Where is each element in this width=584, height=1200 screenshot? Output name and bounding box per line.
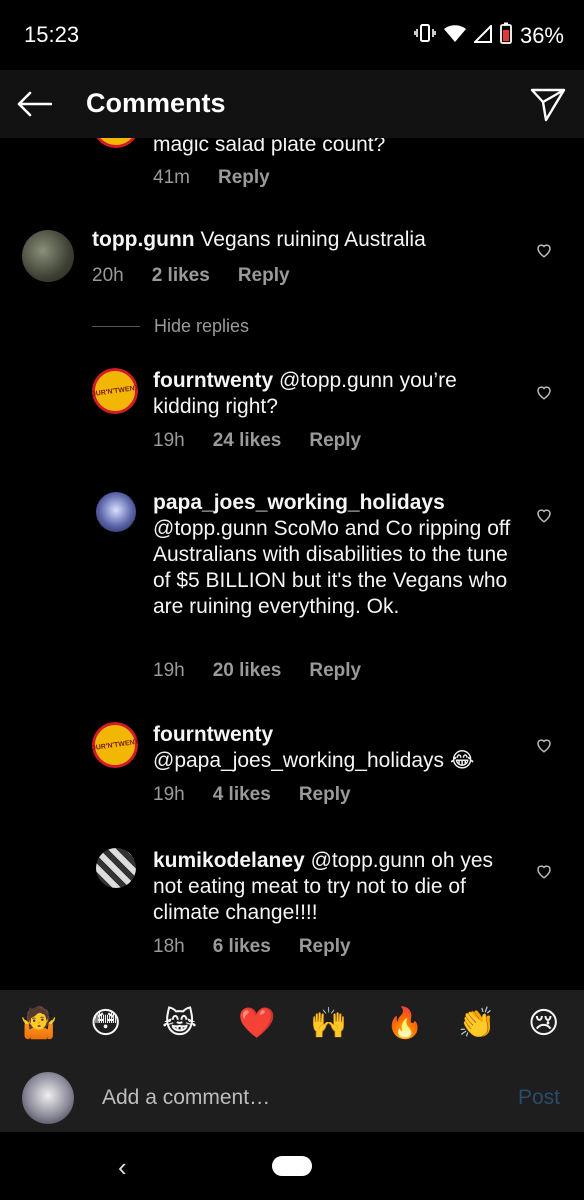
header: Comments [0,70,584,138]
share-button[interactable] [530,86,568,124]
reply-button[interactable]: Reply [309,660,361,682]
likes-count[interactable]: 24 likes [213,430,282,452]
comment-meta: 41m Reply [153,167,270,189]
comment-meta: 19h 24 likes Reply [153,430,361,452]
post-button[interactable]: Post [518,1086,560,1110]
comments-list: magic salad plate count? 41m Reply topp.… [0,138,584,990]
emoji-flushed[interactable]: 😳 [90,1006,121,1042]
nav-home-pill[interactable] [272,1156,312,1176]
avatar: FOUR'N'TWENTY [92,368,138,414]
comment-age: 18h [153,936,185,957]
system-nav-bar: ‹ [0,1132,584,1200]
avatar [96,848,136,888]
comment-kumikodelaney: kumikodelaney @topp.gunn oh yes not eati… [0,846,584,976]
reply-button[interactable]: Reply [299,936,351,958]
comment-meta: 18h 6 likes Reply [153,936,351,958]
comment-username[interactable]: topp.gunn [92,228,195,251]
comment-meta: 20h 2 likes Reply [92,265,290,287]
logo-text: FOUR'N'TWENTY [92,383,138,399]
avatar: FOUR'N'TWENTY [92,722,138,768]
comment-text: @topp.gunn ScoMo and Co ripping off Aust… [153,517,511,618]
comment-age: 19h [153,784,185,805]
comment-age: 19h [153,430,185,451]
comment-body: fourntwenty @papa_joes_working_holidays … [153,722,498,774]
heart-icon[interactable] [535,506,553,524]
comment-composer: Add a comment… Post [0,1064,584,1132]
comment-meta: 19h 20 likes Reply [153,660,361,682]
comment-username[interactable]: papa_joes_working_holidays [153,490,445,516]
likes-count[interactable]: 4 likes [213,784,271,806]
comment-papa-joes: papa_joes_working_holidays @topp.gunn Sc… [0,488,584,688]
emoji-cry[interactable]: 😢 [528,1006,559,1042]
reply-button[interactable]: Reply [309,430,361,452]
logo-text: FOUR'N'TWENTY [92,737,138,753]
comment-partial: magic salad plate count? 41m Reply [0,138,584,198]
emoji-fire[interactable]: 🔥 [386,1006,423,1042]
vibrate-icon [414,23,436,49]
comment-meta: 19h 4 likes Reply [153,784,351,806]
nav-back-button[interactable]: ‹ [118,1152,127,1183]
back-button[interactable] [14,86,54,122]
comment-input[interactable]: Add a comment… [102,1086,270,1110]
emoji-clap[interactable]: 👏 [458,1006,495,1042]
commenter-avatar [92,138,140,148]
heart-icon[interactable] [535,862,553,880]
my-avatar [22,1072,74,1124]
heart-icon[interactable] [535,241,553,259]
comment-age: 19h [153,660,185,681]
hide-replies-button[interactable]: Hide replies [92,316,249,337]
emoji-cat-joy[interactable]: 😹 [162,1006,197,1042]
comment-text: magic salad plate count? [153,138,386,156]
comment-text: Vegans ruining Australia [194,228,426,251]
hide-replies-label: Hide replies [154,316,250,336]
arrow-left-icon [17,91,52,117]
comment-body: kumikodelaney @topp.gunn oh yes not eati… [153,848,513,926]
paper-plane-icon [530,88,566,122]
reply-button[interactable]: Reply [238,265,290,287]
reply-button[interactable]: Reply [218,167,270,189]
status-bar: 15:23 36% [0,0,584,70]
battery-low-icon [500,22,512,50]
comment-fourntwenty: FOUR'N'TWENTY fourntwenty @topp.gunn you… [0,366,584,466]
likes-count[interactable]: 20 likes [213,660,282,682]
likes-count[interactable]: 6 likes [213,936,271,958]
heart-icon[interactable] [535,383,553,401]
divider [92,326,140,327]
heart-icon[interactable] [535,736,553,754]
status-icons: 36% [414,22,564,50]
emoji-heart[interactable]: ❤️ [238,1006,275,1042]
comment-topp-gunn: topp.gunn Vegans ruining Australia 20h 2… [0,226,584,306]
comment-body: fourntwenty @topp.gunn you’re kidding ri… [153,368,498,420]
comment-text: @papa_joes_working_holidays 😂 [153,749,475,772]
comment-username[interactable]: fourntwenty [153,723,273,746]
comment-age: 20h [92,265,124,286]
comment-username[interactable]: fourntwenty [153,369,273,392]
emoji-quick-bar: 🤷 😳 😹 ❤️ 🙌 🔥 👏 😢 [0,990,584,1064]
comment-fourntwenty-2: FOUR'N'TWENTY fourntwenty @papa_joes_wor… [0,720,584,820]
comment-age: 41m [153,167,190,188]
status-time: 15:23 [24,22,80,47]
wifi-icon [443,23,466,49]
page-title: Comments [86,88,226,118]
avatar [22,230,74,282]
signal-icon [472,23,492,49]
comment-username[interactable]: kumikodelaney [153,849,305,872]
emoji-shrug[interactable]: 🤷 [20,1006,57,1042]
battery-percent: 36% [519,23,564,48]
reply-button[interactable]: Reply [299,784,351,806]
emoji-raised-hands[interactable]: 🙌 [310,1006,347,1042]
comment-body: topp.gunn Vegans ruining Australia [92,227,512,253]
avatar [96,492,136,532]
likes-count[interactable]: 2 likes [152,265,210,287]
